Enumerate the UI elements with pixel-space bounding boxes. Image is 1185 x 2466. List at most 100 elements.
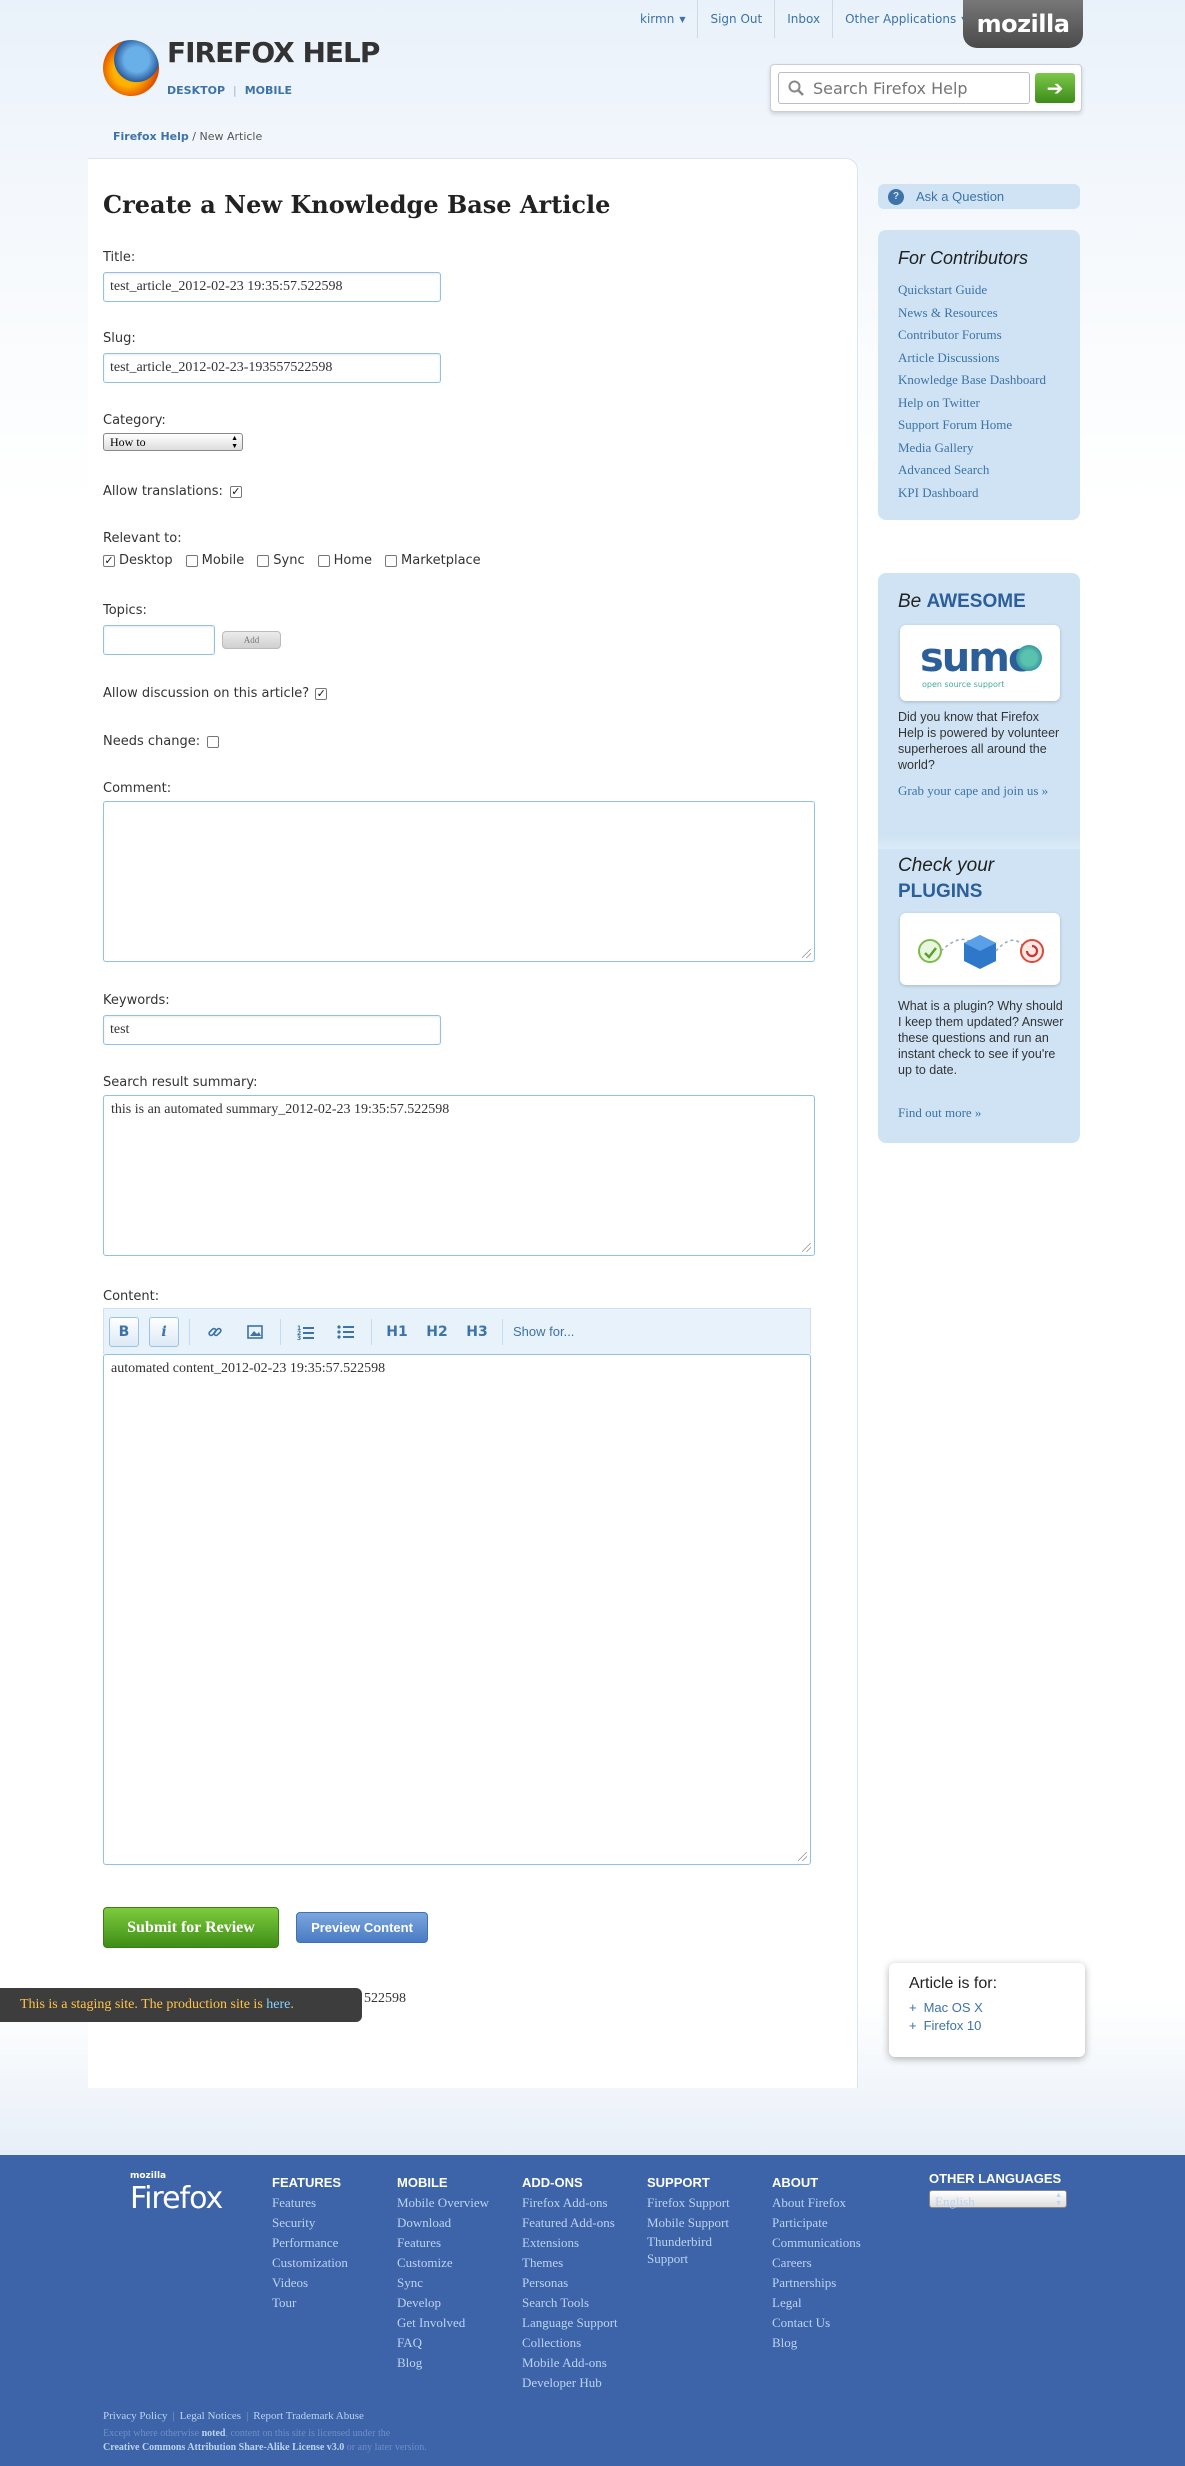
resize-grip-icon[interactable] bbox=[802, 1243, 811, 1252]
contributor-link-kpi-dashboard[interactable]: KPI Dashboard bbox=[898, 482, 1060, 505]
footer-link[interactable]: Download bbox=[397, 2213, 489, 2233]
license-link[interactable]: Creative Commons Attribution Share-Alike… bbox=[103, 2442, 344, 2453]
footer-link[interactable]: Performance bbox=[272, 2233, 348, 2253]
footer-link[interactable]: Careers bbox=[772, 2253, 861, 2273]
breadcrumb-home-link[interactable]: Firefox Help bbox=[113, 130, 189, 143]
find-out-more-link[interactable]: Find out more » bbox=[898, 1105, 1068, 1121]
relevant-option-marketplace[interactable]: Marketplace bbox=[385, 553, 481, 568]
title-field[interactable] bbox=[103, 272, 441, 302]
allow-discussion-checkbox[interactable]: ✓ bbox=[315, 687, 328, 700]
footer-link[interactable]: Themes bbox=[522, 2253, 618, 2273]
mozilla-tab[interactable]: mozilla bbox=[963, 0, 1083, 48]
privacy-policy-link[interactable]: Privacy Policy bbox=[103, 2410, 167, 2422]
article-for-item[interactable]: + Mac OS X bbox=[909, 1999, 1065, 2017]
contributor-link-twitter[interactable]: Help on Twitter bbox=[898, 392, 1060, 415]
relevant-checkbox-sync[interactable] bbox=[257, 554, 270, 567]
footer-link[interactable]: Legal bbox=[772, 2293, 861, 2313]
resize-grip-icon[interactable] bbox=[798, 1852, 807, 1861]
search-input[interactable] bbox=[778, 72, 1030, 104]
topics-input[interactable] bbox=[103, 625, 215, 655]
relevant-option-home[interactable]: Home bbox=[317, 553, 372, 568]
production-site-link[interactable]: here bbox=[266, 1997, 290, 2013]
h2-button[interactable]: H2 bbox=[422, 1317, 452, 1347]
footer-link[interactable]: Develop bbox=[397, 2293, 489, 2313]
search-submit-button[interactable]: ➔ bbox=[1035, 73, 1075, 103]
footer-link[interactable]: Get Involved bbox=[397, 2313, 489, 2333]
category-select[interactable]: How to ▲ ▼ bbox=[103, 433, 243, 451]
footer-link[interactable]: Sync bbox=[397, 2273, 489, 2293]
italic-button[interactable]: i bbox=[149, 1316, 179, 1347]
contributor-link-forum-home[interactable]: Support Forum Home bbox=[898, 414, 1060, 437]
footer-link[interactable]: Extensions bbox=[522, 2233, 618, 2253]
bulleted-list-button[interactable] bbox=[331, 1317, 361, 1347]
contributor-link-discussions[interactable]: Article Discussions bbox=[898, 347, 1060, 370]
sumo-logo-image[interactable]: sumo open source support bbox=[900, 625, 1060, 701]
firefox-logo-icon[interactable] bbox=[103, 40, 159, 96]
slug-field[interactable] bbox=[103, 353, 441, 383]
inbox-link[interactable]: Inbox bbox=[774, 0, 832, 38]
footer-link[interactable]: Language Support bbox=[522, 2313, 618, 2333]
mobile-link[interactable]: MOBILE bbox=[245, 84, 292, 97]
footer-link[interactable]: Mobile Support bbox=[647, 2213, 737, 2233]
sign-out-link[interactable]: Sign Out bbox=[697, 0, 774, 38]
contributor-link-advanced-search[interactable]: Advanced Search bbox=[898, 459, 1060, 482]
footer-link[interactable]: Participate bbox=[772, 2213, 861, 2233]
footer-link[interactable]: Blog bbox=[772, 2333, 861, 2353]
comment-textarea[interactable] bbox=[103, 801, 815, 962]
relevant-option-sync[interactable]: Sync bbox=[257, 553, 305, 568]
contributor-link-quickstart[interactable]: Quickstart Guide bbox=[898, 279, 1060, 302]
bold-button[interactable]: B bbox=[109, 1316, 139, 1347]
needs-change-checkbox[interactable] bbox=[207, 735, 220, 748]
footer-link[interactable]: Videos bbox=[272, 2273, 348, 2293]
image-button[interactable] bbox=[240, 1317, 270, 1347]
relevant-checkbox-home[interactable] bbox=[317, 554, 330, 567]
contributor-link-media-gallery[interactable]: Media Gallery bbox=[898, 437, 1060, 460]
relevant-option-mobile[interactable]: Mobile bbox=[185, 553, 244, 568]
resize-grip-icon[interactable] bbox=[802, 949, 811, 958]
footer-link[interactable]: FAQ bbox=[397, 2333, 489, 2353]
footer-link[interactable]: Mobile Overview bbox=[397, 2193, 489, 2213]
footer-link[interactable]: Partnerships bbox=[772, 2273, 861, 2293]
footer-link[interactable]: Tour bbox=[272, 2293, 348, 2313]
footer-link[interactable]: Contact Us bbox=[772, 2313, 861, 2333]
footer-link[interactable]: Firefox Support bbox=[647, 2193, 737, 2213]
footer-link[interactable]: Security bbox=[272, 2213, 348, 2233]
show-for-button[interactable]: Show for... bbox=[513, 1324, 574, 1339]
contributor-link-forums[interactable]: Contributor Forums bbox=[898, 324, 1060, 347]
contributor-link-news[interactable]: News & Resources bbox=[898, 302, 1060, 325]
add-topic-button[interactable]: Add bbox=[222, 631, 281, 649]
h1-button[interactable]: H1 bbox=[382, 1317, 412, 1347]
footer-link[interactable]: About Firefox bbox=[772, 2193, 861, 2213]
relevant-checkbox-marketplace[interactable] bbox=[385, 554, 398, 567]
legal-notices-link[interactable]: Legal Notices bbox=[180, 2410, 241, 2422]
preview-content-button[interactable]: Preview Content bbox=[296, 1912, 428, 1943]
footer-link[interactable]: Collections bbox=[522, 2333, 618, 2353]
join-us-link[interactable]: Grab your cape and join us » bbox=[898, 783, 1068, 799]
contributor-link-kb-dashboard[interactable]: Knowledge Base Dashboard bbox=[898, 369, 1060, 392]
footer-link[interactable]: Mobile Add-ons bbox=[522, 2353, 618, 2373]
relevant-checkbox-desktop[interactable]: ✓ bbox=[103, 554, 115, 567]
user-menu[interactable]: kirmn ▼ bbox=[628, 0, 697, 38]
plugins-image[interactable] bbox=[900, 913, 1060, 985]
footer-link[interactable]: Personas bbox=[522, 2273, 618, 2293]
footer-link[interactable]: Features bbox=[272, 2193, 348, 2213]
footer-link[interactable]: Customization bbox=[272, 2253, 348, 2273]
language-select[interactable]: English ▲ ▼ bbox=[929, 2190, 1067, 2209]
site-title[interactable]: FIREFOX HELP bbox=[167, 36, 380, 69]
desktop-link[interactable]: DESKTOP bbox=[167, 84, 225, 97]
numbered-list-button[interactable]: 123 bbox=[291, 1317, 321, 1347]
h3-button[interactable]: H3 bbox=[462, 1317, 492, 1347]
footer-link[interactable]: Featured Add-ons bbox=[522, 2213, 618, 2233]
relevant-option-desktop[interactable]: ✓ Desktop bbox=[103, 553, 173, 568]
link-button[interactable] bbox=[200, 1317, 230, 1347]
footer-link[interactable]: Firefox Add-ons bbox=[522, 2193, 618, 2213]
relevant-checkbox-mobile[interactable] bbox=[185, 554, 198, 567]
noted-link[interactable]: noted bbox=[202, 2428, 226, 2439]
footer-link[interactable]: Communications bbox=[772, 2233, 861, 2253]
content-editor[interactable]: automated content_2012-02-23 19:35:57.52… bbox=[103, 1354, 811, 1865]
article-for-item[interactable]: + Firefox 10 bbox=[909, 2017, 1065, 2035]
ask-a-question-link[interactable]: ? Ask a Question bbox=[878, 184, 1080, 209]
allow-translations-checkbox[interactable]: ✓ bbox=[229, 485, 242, 498]
footer-link[interactable]: Customize bbox=[397, 2253, 489, 2273]
footer-link[interactable]: Blog bbox=[397, 2353, 489, 2373]
